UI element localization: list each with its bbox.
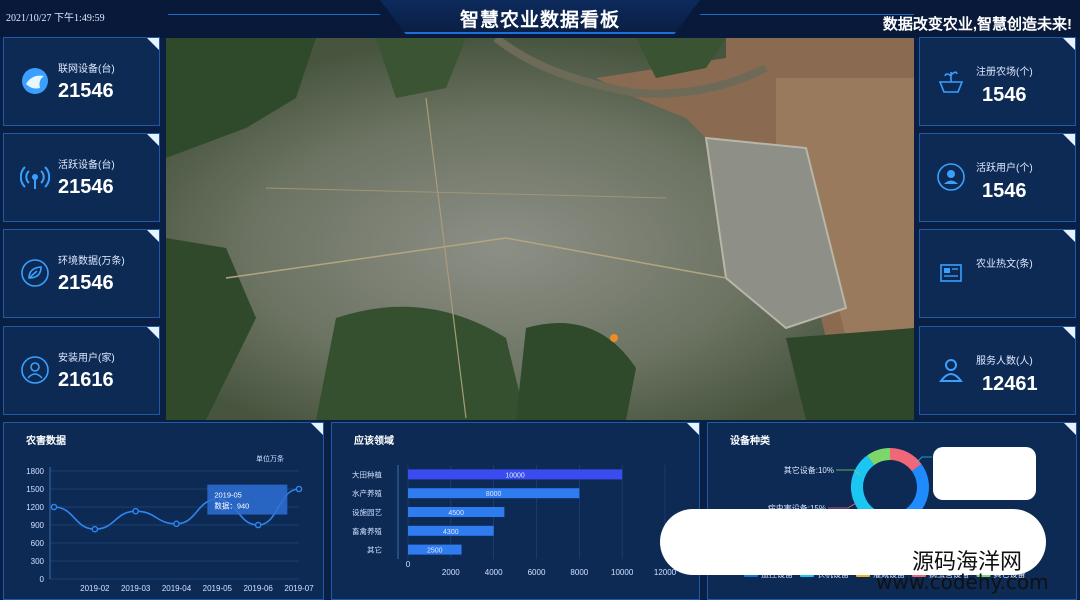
stat-value: 21616 bbox=[58, 369, 114, 391]
stat-label: 服务人数(人) bbox=[976, 356, 1033, 367]
stat-card-registered-farms[interactable]: 注册农场(个) 1546 bbox=[919, 37, 1076, 126]
panel-title: 应该领域 bbox=[354, 436, 394, 447]
category-label: 设施园艺 bbox=[352, 507, 382, 517]
stat-label: 注册农场(个) bbox=[976, 67, 1033, 78]
category-label: 其它 bbox=[367, 545, 382, 555]
x-tick-label: 4000 bbox=[485, 568, 503, 577]
panel-title: 设备种类 bbox=[730, 436, 770, 447]
x-tick-label: 10000 bbox=[611, 568, 634, 577]
panel-pest-data: 农害数据 单位万条 0 300 600 900 1200 1500 1800 2019-02 20… bbox=[3, 422, 324, 600]
fields-bar-chart[interactable]: 0 2000 4000 6000 8000 10000 12000 大田种植 10000 水产养殖… bbox=[332, 423, 701, 600]
data-point bbox=[295, 485, 303, 493]
y-tick-label: 0 bbox=[40, 575, 45, 584]
x-tick-label: 2019-07 bbox=[284, 584, 314, 593]
user-icon bbox=[21, 356, 49, 384]
x-tick-label: 2019-02 bbox=[80, 584, 110, 593]
globe-icon bbox=[22, 68, 48, 94]
data-point bbox=[173, 520, 180, 528]
stat-value: 1546 bbox=[982, 180, 1027, 202]
y-tick-label: 1500 bbox=[26, 485, 44, 494]
stat-card-service-people[interactable]: 服务人数(人) 12461 bbox=[919, 326, 1076, 415]
bar-value-label: 8000 bbox=[486, 491, 502, 498]
pest-line-chart[interactable]: 单位万条 0 300 600 900 1200 1500 1800 2019-02 2019-03… bbox=[4, 423, 325, 600]
stat-value: 21546 bbox=[58, 176, 114, 198]
redaction-blob bbox=[933, 447, 1036, 500]
x-tick-label: 6000 bbox=[528, 568, 546, 577]
x-tick-label: 2019-03 bbox=[121, 584, 151, 593]
x-tick-label: 2019-05 bbox=[203, 584, 233, 593]
bar-value-label: 4500 bbox=[448, 510, 464, 517]
page-title: 智慧农业数据看板 bbox=[459, 10, 620, 31]
x-tick-label: 8000 bbox=[570, 568, 588, 577]
stat-label: 活跃设备(台) bbox=[58, 160, 115, 171]
category-label: 水产养殖 bbox=[352, 488, 382, 498]
stat-card-installed-users[interactable]: 安装用户(家) 21616 bbox=[3, 326, 160, 415]
y-tick-label: 900 bbox=[31, 521, 45, 530]
header-bar: 2021/10/27 下午1:49:59 智慧农业数据看板 数据改变农业,智慧创… bbox=[0, 0, 1080, 38]
x-tick-label: 2019-04 bbox=[162, 584, 192, 593]
slice-label: 其它设备:10% bbox=[784, 465, 834, 475]
panel-title: 农害数据 bbox=[26, 436, 66, 447]
data-point bbox=[254, 521, 262, 529]
slogan-text: 数据改变农业,智慧创造未来! bbox=[882, 16, 1072, 33]
stat-value: 21546 bbox=[58, 272, 114, 294]
y-tick-label: 1200 bbox=[26, 503, 44, 512]
stat-card-active-devices[interactable]: 活跃设备(台) 21546 bbox=[3, 133, 160, 222]
x-tick-label: 2000 bbox=[442, 568, 460, 577]
y-tick-label: 600 bbox=[31, 539, 45, 548]
pie-slice bbox=[889, 448, 922, 472]
map-image bbox=[166, 38, 914, 420]
signal-icon bbox=[20, 166, 50, 189]
stat-value: 12461 bbox=[982, 373, 1038, 395]
x-tick-label: 12000 bbox=[654, 568, 677, 577]
x-tick-label: 0 bbox=[406, 560, 411, 569]
stat-label: 环境数据(万条) bbox=[58, 256, 125, 267]
pie-slice bbox=[867, 448, 891, 466]
watermark-url: www.codehy.com bbox=[876, 570, 1049, 594]
datetime-text: 2021/10/27 下午1:49:59 bbox=[6, 13, 105, 24]
y-tick-label: 1800 bbox=[26, 467, 44, 476]
stat-card-env-data[interactable]: 环境数据(万条) 21546 bbox=[3, 229, 160, 318]
stat-label: 农业热文(条) bbox=[976, 259, 1033, 270]
bar-value-label: 4300 bbox=[443, 529, 459, 536]
data-point bbox=[50, 503, 58, 511]
stat-label: 安装用户(家) bbox=[58, 353, 115, 364]
stat-label: 联网设备(台) bbox=[58, 64, 115, 75]
active-user-icon bbox=[937, 163, 965, 191]
stat-label: 活跃用户(个) bbox=[976, 163, 1033, 174]
chart-unit-label: 单位万条 bbox=[256, 454, 284, 463]
tooltip-date: 2019-05 bbox=[214, 491, 242, 500]
farm-icon bbox=[938, 71, 964, 93]
stat-value: 1546 bbox=[982, 84, 1027, 106]
slice-leader-line bbox=[828, 502, 857, 509]
category-label: 畜禽养殖 bbox=[352, 526, 382, 536]
data-point bbox=[132, 507, 139, 515]
dashboard: 2021/10/27 下午1:49:59 智慧农业数据看板 数据改变农业,智慧创… bbox=[0, 0, 1080, 600]
stat-value: 21546 bbox=[58, 80, 114, 102]
bar-value-label: 10000 bbox=[505, 472, 525, 479]
article-icon bbox=[940, 264, 962, 282]
stat-card-online-devices[interactable]: 联网设备(台) 21546 bbox=[3, 37, 160, 126]
tooltip-value: 数据：940 bbox=[214, 501, 249, 511]
panel-application-fields: 应该领域 0 2000 4000 6000 8000 10000 12000 大田种植 1000… bbox=[331, 422, 700, 600]
x-tick-label: 2019-06 bbox=[243, 584, 273, 593]
stat-card-active-users[interactable]: 活跃用户(个) 1546 bbox=[919, 133, 1076, 222]
header-divider-left bbox=[168, 14, 380, 15]
leaf-icon bbox=[21, 259, 49, 287]
satellite-map[interactable] bbox=[166, 38, 914, 420]
people-icon bbox=[939, 359, 963, 382]
y-tick-label: 300 bbox=[31, 557, 45, 566]
stat-card-hot-articles[interactable]: 农业热文(条) bbox=[919, 229, 1076, 318]
category-label: 大田种植 bbox=[352, 469, 382, 479]
bar-value-label: 2500 bbox=[427, 548, 443, 555]
data-point bbox=[91, 525, 99, 533]
